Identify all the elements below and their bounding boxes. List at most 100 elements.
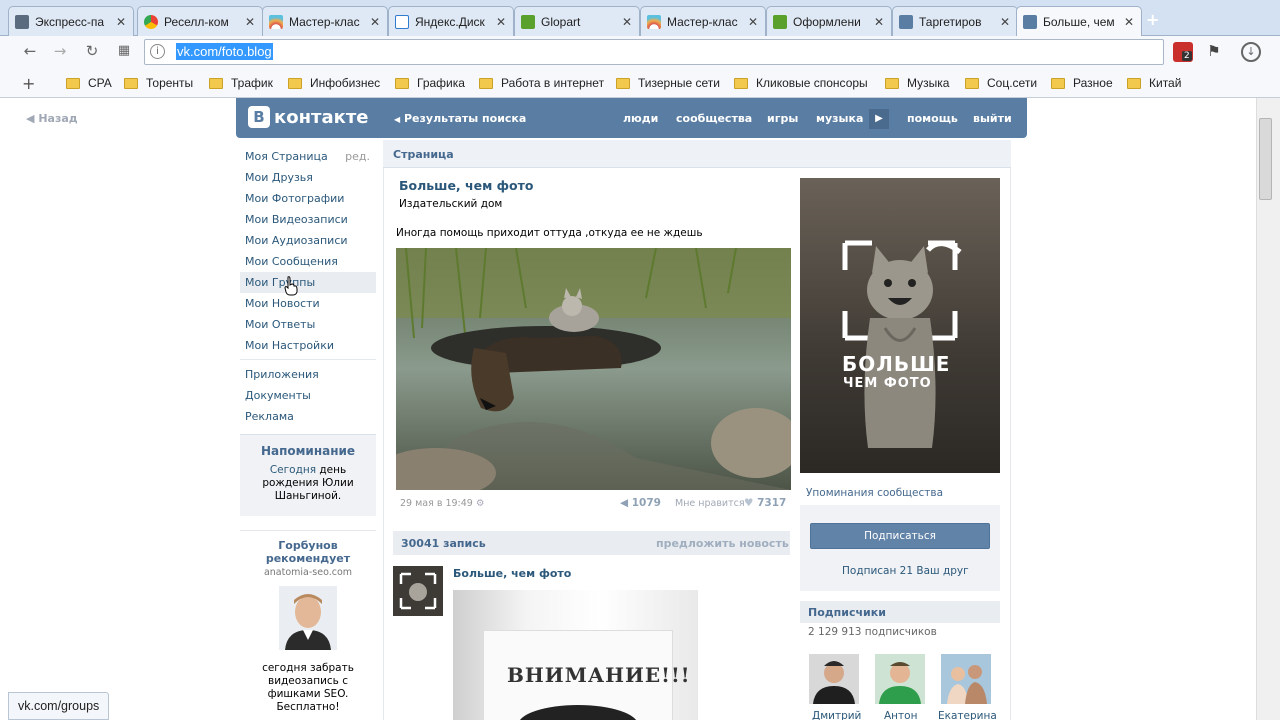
- group-cover[interactable]: [800, 178, 1000, 473]
- browser-tab-resell[interactable]: Реселл-ком ✕: [137, 6, 263, 36]
- nav-games[interactable]: игры: [767, 112, 798, 125]
- nav-logout[interactable]: выйти: [973, 112, 1012, 125]
- bookmark-item[interactable]: Разное: [1051, 76, 1113, 90]
- bookmark-item[interactable]: Кликовые спонсоры: [734, 76, 868, 90]
- info-icon[interactable]: i: [150, 44, 165, 59]
- like-counter[interactable]: ♥ 7317: [744, 497, 786, 509]
- menu-friends[interactable]: Мои Друзья: [240, 167, 376, 188]
- menu-videos[interactable]: Мои Видеозаписи: [240, 209, 376, 230]
- browser-tab-active[interactable]: Больше, чем ✕: [1016, 6, 1142, 36]
- bookmark-item[interactable]: Инфобизнес: [288, 76, 380, 90]
- post-image[interactable]: [453, 590, 698, 720]
- add-bookmark-icon[interactable]: +: [22, 74, 35, 93]
- new-tab-icon[interactable]: +: [1146, 10, 1159, 29]
- close-icon[interactable]: ✕: [747, 15, 759, 29]
- address-bar[interactable]: [144, 39, 1164, 65]
- wall-post-count[interactable]: 30041 запись: [401, 537, 486, 550]
- subscriber-name[interactable]: Екатерина: [938, 710, 997, 720]
- gear-icon[interactable]: ⚙: [476, 498, 485, 509]
- browser-tab-yadisk[interactable]: Яндекс.Диск ✕: [388, 6, 514, 36]
- back-arrow-icon[interactable]: ←: [20, 41, 40, 61]
- menu-ads[interactable]: Реклама: [240, 406, 376, 427]
- menu-audio[interactable]: Мои Аудиозаписи: [240, 230, 376, 251]
- pinned-photo[interactable]: [396, 248, 791, 490]
- bookmark-item[interactable]: CPA: [66, 76, 112, 90]
- menu-photos[interactable]: Мои Фотографии: [240, 188, 376, 209]
- search-results-link[interactable]: ◀ Результаты поиска: [394, 112, 526, 125]
- mentions-link[interactable]: Упоминания сообщества: [806, 487, 943, 499]
- suggest-news-link[interactable]: предложить новость: [656, 537, 789, 550]
- post-date[interactable]: 29 мая в 19:49 ⚙: [400, 498, 484, 509]
- promo-block[interactable]: Горбунов рекомендует anatomia-seo.com се…: [240, 530, 376, 714]
- nav-communities[interactable]: сообщества: [676, 112, 752, 125]
- nav-help[interactable]: помощь: [907, 112, 958, 125]
- close-icon[interactable]: ✕: [495, 15, 507, 29]
- promo-avatar[interactable]: [279, 586, 337, 650]
- menu-news[interactable]: Мои Новости: [240, 293, 376, 314]
- bookmark-label: Музыка: [907, 76, 950, 90]
- bookmark-item[interactable]: Работа в интернет: [479, 76, 604, 90]
- bookmark-label: CPA: [88, 76, 112, 90]
- back-link[interactable]: ◀ Назад: [26, 112, 78, 125]
- reload-icon[interactable]: ↻: [82, 41, 102, 61]
- menu-settings[interactable]: Мои Настройки: [240, 335, 376, 356]
- close-icon[interactable]: ✕: [115, 15, 127, 29]
- menu-messages[interactable]: Мои Сообщения: [240, 251, 376, 272]
- browser-tab-glopart[interactable]: Glopart ✕: [514, 6, 640, 36]
- play-icon[interactable]: ▶: [869, 109, 889, 129]
- close-icon[interactable]: ✕: [999, 15, 1011, 29]
- reminder-link[interactable]: Сегодня: [270, 464, 316, 476]
- address-bar-url[interactable]: vk.com/foto.blog: [176, 43, 273, 60]
- subscriber-avatar[interactable]: [809, 654, 859, 704]
- folder-icon: [288, 77, 302, 89]
- download-icon[interactable]: ↓: [1241, 42, 1261, 62]
- bookmark-item[interactable]: Трафик: [209, 76, 273, 90]
- browser-tab-express[interactable]: Экспресс-па ✕: [8, 6, 134, 36]
- post-author[interactable]: Больше, чем фото: [453, 567, 571, 580]
- scrollbar-thumb[interactable]: [1259, 118, 1272, 200]
- subscriber-avatar[interactable]: [941, 654, 991, 704]
- subscriber-name[interactable]: Антон: [884, 710, 917, 720]
- bookmark-item[interactable]: Торенты: [124, 76, 193, 90]
- close-icon[interactable]: ✕: [621, 15, 633, 29]
- post-avatar[interactable]: [393, 566, 443, 616]
- close-icon[interactable]: ✕: [1123, 15, 1135, 29]
- bookmark-flag-icon[interactable]: ⚑: [1204, 42, 1224, 62]
- nav-people[interactable]: люди: [623, 112, 658, 125]
- subscriber-avatar[interactable]: [875, 654, 925, 704]
- like-label[interactable]: Мне нравится: [675, 498, 745, 509]
- forward-arrow-icon[interactable]: →: [50, 41, 70, 61]
- menu-my-page[interactable]: Моя Страница ред.: [240, 146, 376, 167]
- bookmark-item[interactable]: Китай: [1127, 76, 1181, 90]
- menu-edit-link[interactable]: ред.: [345, 146, 370, 167]
- browser-tab-design[interactable]: Оформлени ✕: [766, 6, 892, 36]
- bookmark-label: Инфобизнес: [310, 76, 381, 90]
- vk-logo-icon: В: [248, 106, 270, 128]
- close-icon[interactable]: ✕: [244, 15, 256, 29]
- browser-tab-master1[interactable]: Мастер-клас ✕: [262, 6, 388, 36]
- bookmark-item[interactable]: Музыка: [885, 76, 949, 90]
- promo-title[interactable]: Горбунов рекомендует: [240, 539, 376, 565]
- subscribe-button[interactable]: Подписаться: [810, 523, 990, 549]
- bookmark-item[interactable]: Графика: [395, 76, 465, 90]
- subscribers-title[interactable]: Подписчики: [808, 606, 886, 619]
- menu-groups[interactable]: Мои Группы: [240, 272, 376, 293]
- bookmark-item[interactable]: Соц.сети: [965, 76, 1037, 90]
- tab-label: Мастер-клас: [667, 14, 738, 29]
- browser-tab-targeting[interactable]: Таргетиров ✕: [892, 6, 1018, 36]
- close-icon[interactable]: ✕: [369, 15, 381, 29]
- close-icon[interactable]: ✕: [873, 15, 885, 29]
- subscribed-friends-link[interactable]: Подписан 21 Ваш друг: [842, 565, 969, 577]
- bookmark-item[interactable]: Тизерные сети: [616, 76, 720, 90]
- menu-answers[interactable]: Мои Ответы: [240, 314, 376, 335]
- extension-icon[interactable]: 2: [1173, 42, 1193, 62]
- bookmark-label: Разное: [1073, 76, 1113, 90]
- apps-grid-icon[interactable]: ▦: [114, 41, 134, 61]
- vk-logo[interactable]: Вконтакте: [248, 106, 368, 128]
- nav-music[interactable]: музыка: [816, 112, 863, 125]
- subscriber-name[interactable]: Дмитрий: [812, 710, 861, 720]
- browser-tab-master2[interactable]: Мастер-клас ✕: [640, 6, 766, 36]
- menu-documents[interactable]: Документы: [240, 385, 376, 406]
- menu-apps[interactable]: Приложения: [240, 364, 376, 385]
- share-counter[interactable]: ◀ 1079: [620, 497, 661, 509]
